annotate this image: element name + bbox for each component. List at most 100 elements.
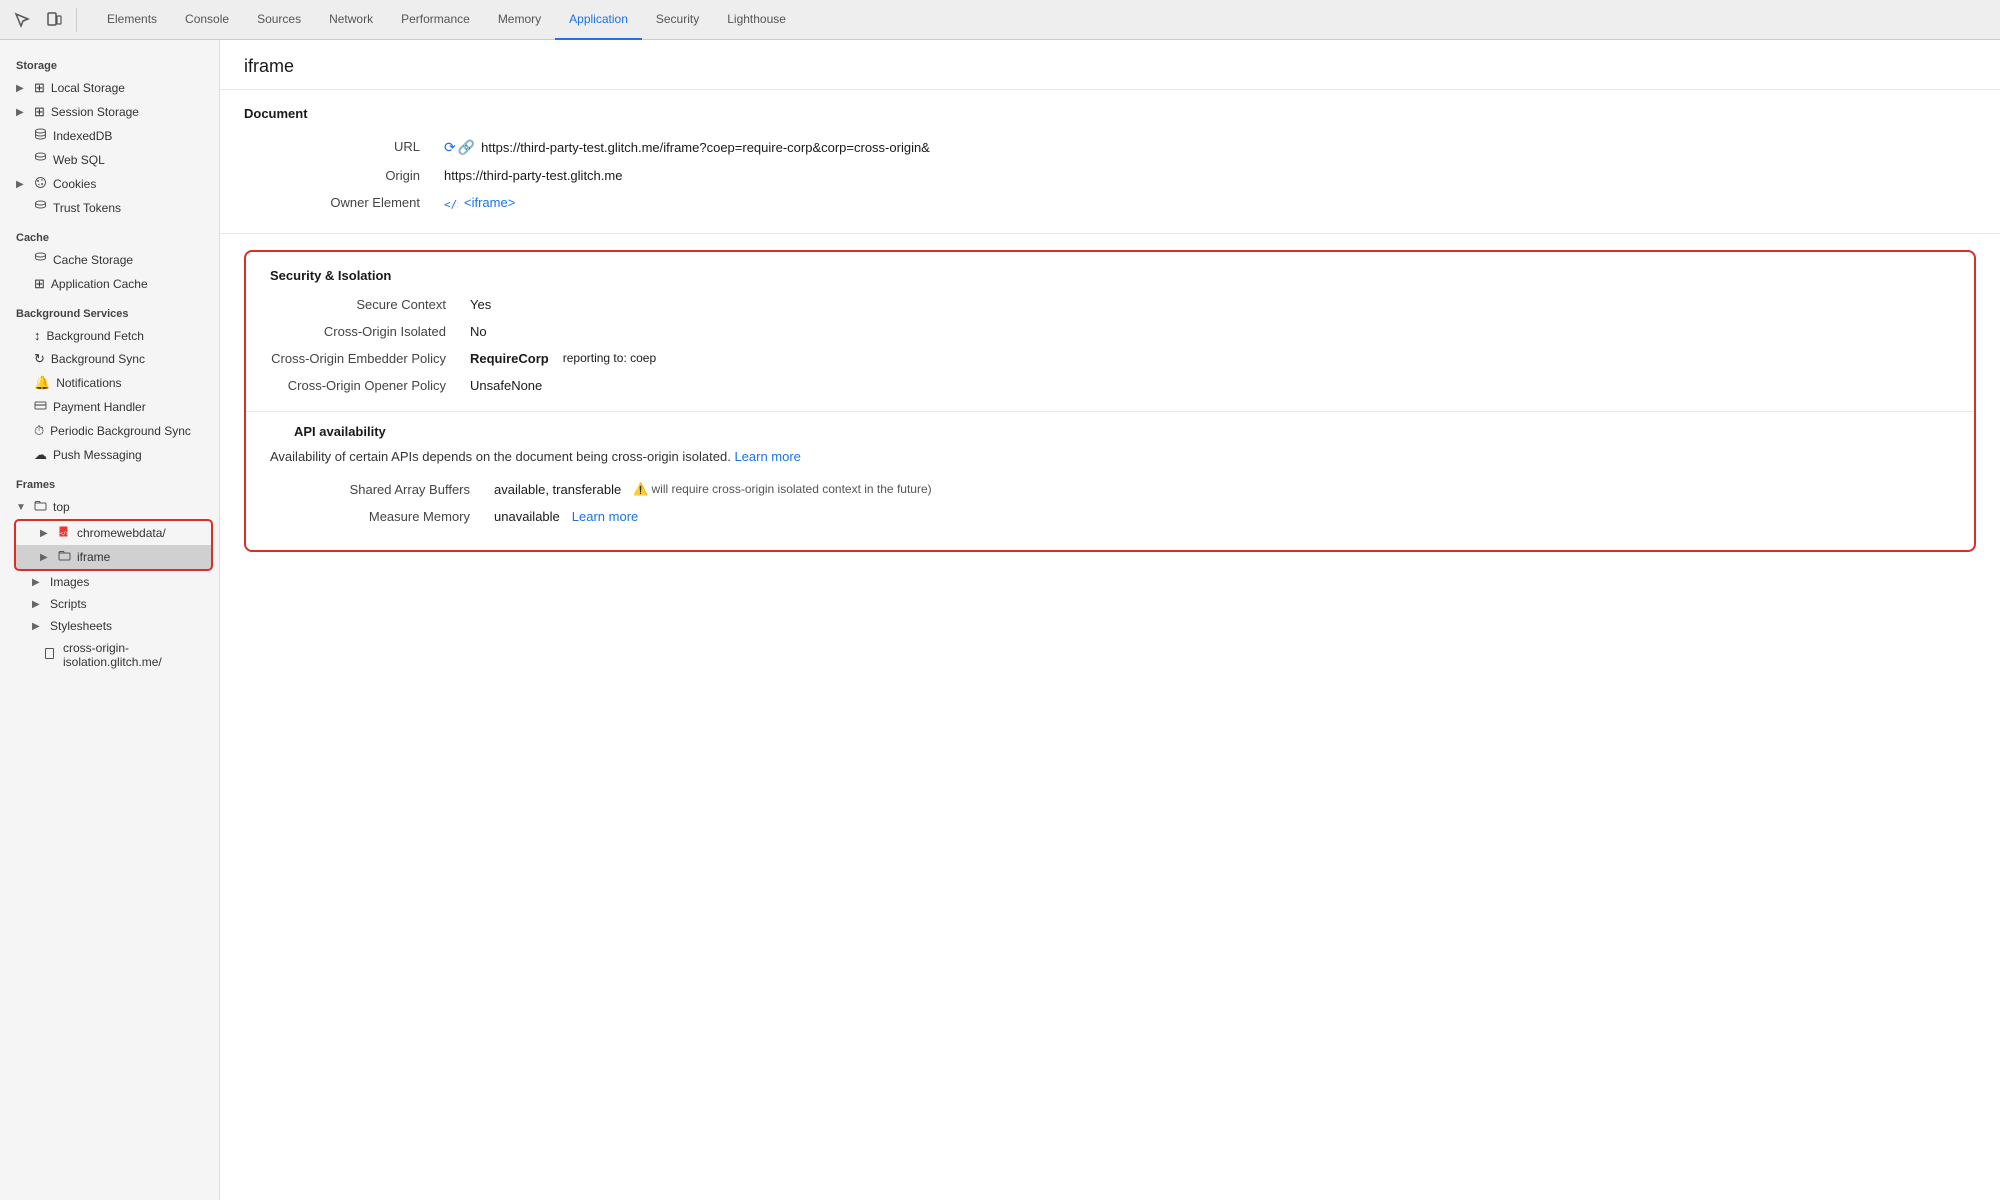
application-cache-icon: ⊞ xyxy=(34,276,45,292)
api-description: Availability of certain APIs depends on … xyxy=(270,449,1950,464)
shared-array-status: available, transferable xyxy=(494,482,621,497)
sidebar-item-push-messaging[interactable]: ▶ ☁ Push Messaging xyxy=(0,443,219,467)
sidebar-item-iframe[interactable]: ▶ iframe xyxy=(16,545,211,569)
tab-sources[interactable]: Sources xyxy=(243,0,315,40)
cross-origin-isolated-value: No xyxy=(470,324,487,339)
websql-label: Web SQL xyxy=(53,153,211,167)
measure-memory-status: unavailable xyxy=(494,509,560,524)
tab-console[interactable]: Console xyxy=(171,0,243,40)
sidebar-item-bg-sync[interactable]: ▶ ↻ Background Sync xyxy=(0,347,219,371)
device-toolbar-btn[interactable] xyxy=(40,6,68,34)
sidebar-item-websql[interactable]: ▶ Web SQL xyxy=(0,148,219,172)
bg-fetch-icon: ↕ xyxy=(34,328,41,343)
cookies-label: Cookies xyxy=(53,177,211,191)
stylesheets-label: Stylesheets xyxy=(50,619,211,633)
sidebar-item-cache-storage[interactable]: ▶ Cache Storage xyxy=(0,248,219,272)
api-availability-section: API availability Availability of certain… xyxy=(246,424,1974,530)
push-messaging-icon: ☁ xyxy=(34,447,47,463)
refresh-icon: ⟳ xyxy=(444,139,456,156)
inspect-icon-btn[interactable] xyxy=(8,6,36,34)
expand-arrow-local-storage: ▶ xyxy=(16,83,28,94)
coop-label: Cross-Origin Opener Policy xyxy=(270,378,470,393)
expand-arrow-images: ▶ xyxy=(32,577,44,588)
sidebar-item-periodic-bg-sync[interactable]: ▶ ⏱ Periodic Background Sync xyxy=(0,419,219,443)
secure-context-row: Secure Context Yes xyxy=(246,291,1974,318)
shared-array-label: Shared Array Buffers xyxy=(294,482,494,497)
api-section-title: API availability xyxy=(270,424,1950,439)
sidebar-item-images[interactable]: ▶ Images xyxy=(0,571,219,593)
tab-application[interactable]: Application xyxy=(555,0,642,40)
sidebar: Storage ▶ ⊞ Local Storage ▶ ⊞ Session St… xyxy=(0,40,220,1200)
sidebar-item-trust-tokens[interactable]: ▶ Trust Tokens xyxy=(0,196,219,220)
session-storage-label: Session Storage xyxy=(51,105,211,119)
top-label: top xyxy=(53,500,211,514)
sidebar-item-top[interactable]: ▼ top xyxy=(0,495,219,519)
warning-icon: ⚠️ xyxy=(633,482,648,496)
expand-arrow-scripts: ▶ xyxy=(32,599,44,610)
coop-value: UnsafeNone xyxy=(470,378,542,393)
security-isolation-section: Security & Isolation Secure Context Yes … xyxy=(246,268,1974,399)
frames-section-label: Frames xyxy=(0,467,219,495)
notifications-icon: 🔔 xyxy=(34,375,50,391)
session-storage-icon: ⊞ xyxy=(34,104,45,120)
tab-lighthouse[interactable]: Lighthouse xyxy=(713,0,800,40)
origin-row: Origin https://third-party-test.glitch.m… xyxy=(244,162,1976,189)
local-storage-label: Local Storage xyxy=(51,81,211,95)
sidebar-item-chromewebdata[interactable]: ▶ </> chromewebdata/ xyxy=(16,521,211,545)
owner-element-label: Owner Element xyxy=(244,195,444,210)
api-learn-more-link[interactable]: Learn more xyxy=(734,449,800,464)
sidebar-item-indexeddb[interactable]: ▶ IndexedDB xyxy=(0,124,219,148)
sidebar-item-stylesheets[interactable]: ▶ Stylesheets xyxy=(0,615,219,637)
cache-storage-label: Cache Storage xyxy=(53,253,211,267)
bg-sync-label: Background Sync xyxy=(51,352,211,366)
tab-network[interactable]: Network xyxy=(315,0,387,40)
coep-row: Cross-Origin Embedder Policy RequireCorp… xyxy=(246,345,1974,372)
images-label: Images xyxy=(50,575,211,589)
application-cache-label: Application Cache xyxy=(51,277,211,291)
tab-list: Elements Console Sources Network Perform… xyxy=(93,0,800,40)
sidebar-item-application-cache[interactable]: ▶ ⊞ Application Cache xyxy=(0,272,219,296)
trust-tokens-icon xyxy=(34,200,47,216)
tab-security[interactable]: Security xyxy=(642,0,713,40)
sidebar-item-scripts[interactable]: ▶ Scripts xyxy=(0,593,219,615)
tab-memory[interactable]: Memory xyxy=(484,0,555,40)
chromewebdata-icon: </> xyxy=(58,525,71,541)
shared-array-note: ⚠️ will require cross-origin isolated co… xyxy=(633,482,931,496)
measure-memory-row: Measure Memory unavailable Learn more xyxy=(270,503,1950,530)
tab-performance[interactable]: Performance xyxy=(387,0,484,40)
main-layout: Storage ▶ ⊞ Local Storage ▶ ⊞ Session St… xyxy=(0,40,2000,1200)
periodic-bg-sync-icon: ⏱ xyxy=(34,423,44,439)
chromewebdata-label: chromewebdata/ xyxy=(77,526,203,540)
expand-arrow-stylesheets: ▶ xyxy=(32,621,44,632)
bg-fetch-label: Background Fetch xyxy=(47,329,212,343)
sidebar-item-local-storage[interactable]: ▶ ⊞ Local Storage xyxy=(0,76,219,100)
cache-section-label: Cache xyxy=(0,220,219,248)
owner-element-row: Owner Element </> <iframe> xyxy=(244,189,1976,217)
iframe-folder-icon xyxy=(58,549,71,565)
payment-handler-label: Payment Handler xyxy=(53,400,211,414)
measure-memory-learn-more-link[interactable]: Learn more xyxy=(572,509,638,524)
indexeddb-icon xyxy=(34,128,47,144)
websql-icon xyxy=(34,152,47,168)
owner-element-link[interactable]: <iframe> xyxy=(464,195,515,210)
bg-services-section-label: Background Services xyxy=(0,296,219,324)
shared-array-value: available, transferable ⚠️ will require … xyxy=(494,482,932,497)
content-area: iframe Document URL ⟳ 🔗 https://third-pa… xyxy=(220,40,2000,1200)
document-section: Document URL ⟳ 🔗 https://third-party-tes… xyxy=(220,90,2000,234)
toolbar-divider xyxy=(76,8,77,32)
sidebar-item-payment-handler[interactable]: ▶ Payment Handler xyxy=(0,395,219,419)
cross-origin-isolated-label: Cross-Origin Isolated xyxy=(270,324,470,339)
measure-memory-label: Measure Memory xyxy=(294,509,494,524)
sidebar-item-cross-origin[interactable]: cross-origin-isolation.glitch.me/ xyxy=(0,637,219,673)
tab-elements[interactable]: Elements xyxy=(93,0,171,40)
sidebar-item-bg-fetch[interactable]: ▶ ↕ Background Fetch xyxy=(0,324,219,347)
document-section-title: Document xyxy=(244,106,1976,121)
link-icon: 🔗 xyxy=(458,139,475,156)
expand-arrow-top: ▼ xyxy=(16,502,28,513)
sidebar-item-cookies[interactable]: ▶ Cookies xyxy=(0,172,219,196)
sidebar-item-notifications[interactable]: ▶ 🔔 Notifications xyxy=(0,371,219,395)
security-api-container: Security & Isolation Secure Context Yes … xyxy=(244,250,1976,552)
url-label: URL xyxy=(244,139,444,154)
secure-context-label: Secure Context xyxy=(270,297,470,312)
sidebar-item-session-storage[interactable]: ▶ ⊞ Session Storage xyxy=(0,100,219,124)
